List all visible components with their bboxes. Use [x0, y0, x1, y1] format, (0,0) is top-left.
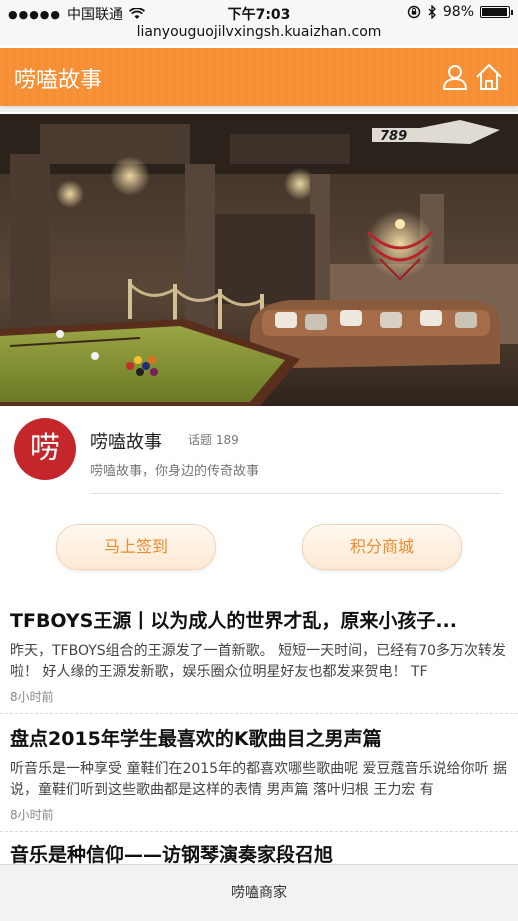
- profile-divider: [90, 493, 502, 494]
- article-summary: 昨天，TFBOYS组合的王源发了一首新歌。 短短一天时间，已经有70多万次转发啦…: [10, 643, 506, 680]
- bottom-bar-label[interactable]: 唠嗑商家: [231, 885, 287, 901]
- user-icon[interactable]: [440, 62, 470, 92]
- list-item[interactable]: TFBOYS王源丨以为成人的世界才乱，原来小孩子... 昨天，TFBOYS组合的…: [10, 606, 508, 705]
- club-logo-text: 789: [380, 129, 407, 144]
- status-bar: ●●●●● 中国联通 下午7:03 98%: [0, 0, 518, 24]
- signin-button[interactable]: 马上签到: [56, 524, 216, 570]
- article-title[interactable]: TFBOYS王源丨以为成人的世界才乱，原来小孩子...: [10, 606, 508, 633]
- points-shop-button[interactable]: 积分商城: [302, 524, 462, 570]
- battery-icon: [480, 6, 513, 18]
- header-divider: [0, 108, 518, 112]
- profile-name: 唠嗑故事: [90, 432, 162, 453]
- profile-description: 唠嗑故事，你身边的传奇故事: [90, 464, 260, 479]
- banner-image[interactable]: 789: [0, 114, 518, 406]
- article-divider: [0, 831, 518, 832]
- list-item[interactable]: 盘点2015年学生最喜欢的K歌曲目之男声篇 听音乐是一种享受 童鞋们在2015年…: [10, 724, 508, 823]
- brand-avatar[interactable]: 唠: [14, 418, 76, 480]
- address-bar[interactable]: lianyouguojilvxingsh.kuaizhan.com: [0, 24, 518, 46]
- lounge-photo: 789: [0, 114, 518, 406]
- bluetooth-icon: [428, 5, 436, 19]
- article-title[interactable]: 音乐是种信仰——访钢琴演奏家段召旭: [10, 840, 508, 867]
- header-title: 唠嗑故事: [14, 68, 103, 93]
- home-icon[interactable]: [474, 62, 504, 92]
- article-summary: 听音乐是一种享受 童鞋们在2015年的都喜欢哪些歌曲呢 爱豆蔻音乐说给你听 据说…: [10, 761, 507, 798]
- app-header: 唠嗑故事: [0, 48, 518, 106]
- list-item[interactable]: 音乐是种信仰——访钢琴演奏家段召旭: [10, 840, 508, 867]
- topic-count: 话题 189: [188, 433, 239, 447]
- article-time: 8小时前: [10, 690, 54, 704]
- article-divider: [0, 713, 518, 714]
- status-right: 98%: [407, 4, 513, 20]
- article-title[interactable]: 盘点2015年学生最喜欢的K歌曲目之男声篇: [10, 724, 508, 751]
- article-time: 8小时前: [10, 808, 54, 822]
- battery-label: 98%: [442, 4, 474, 20]
- rotation-lock-icon: [407, 5, 421, 19]
- bottom-bar[interactable]: 唠嗑商家: [0, 864, 518, 921]
- battery-fill: [482, 8, 508, 16]
